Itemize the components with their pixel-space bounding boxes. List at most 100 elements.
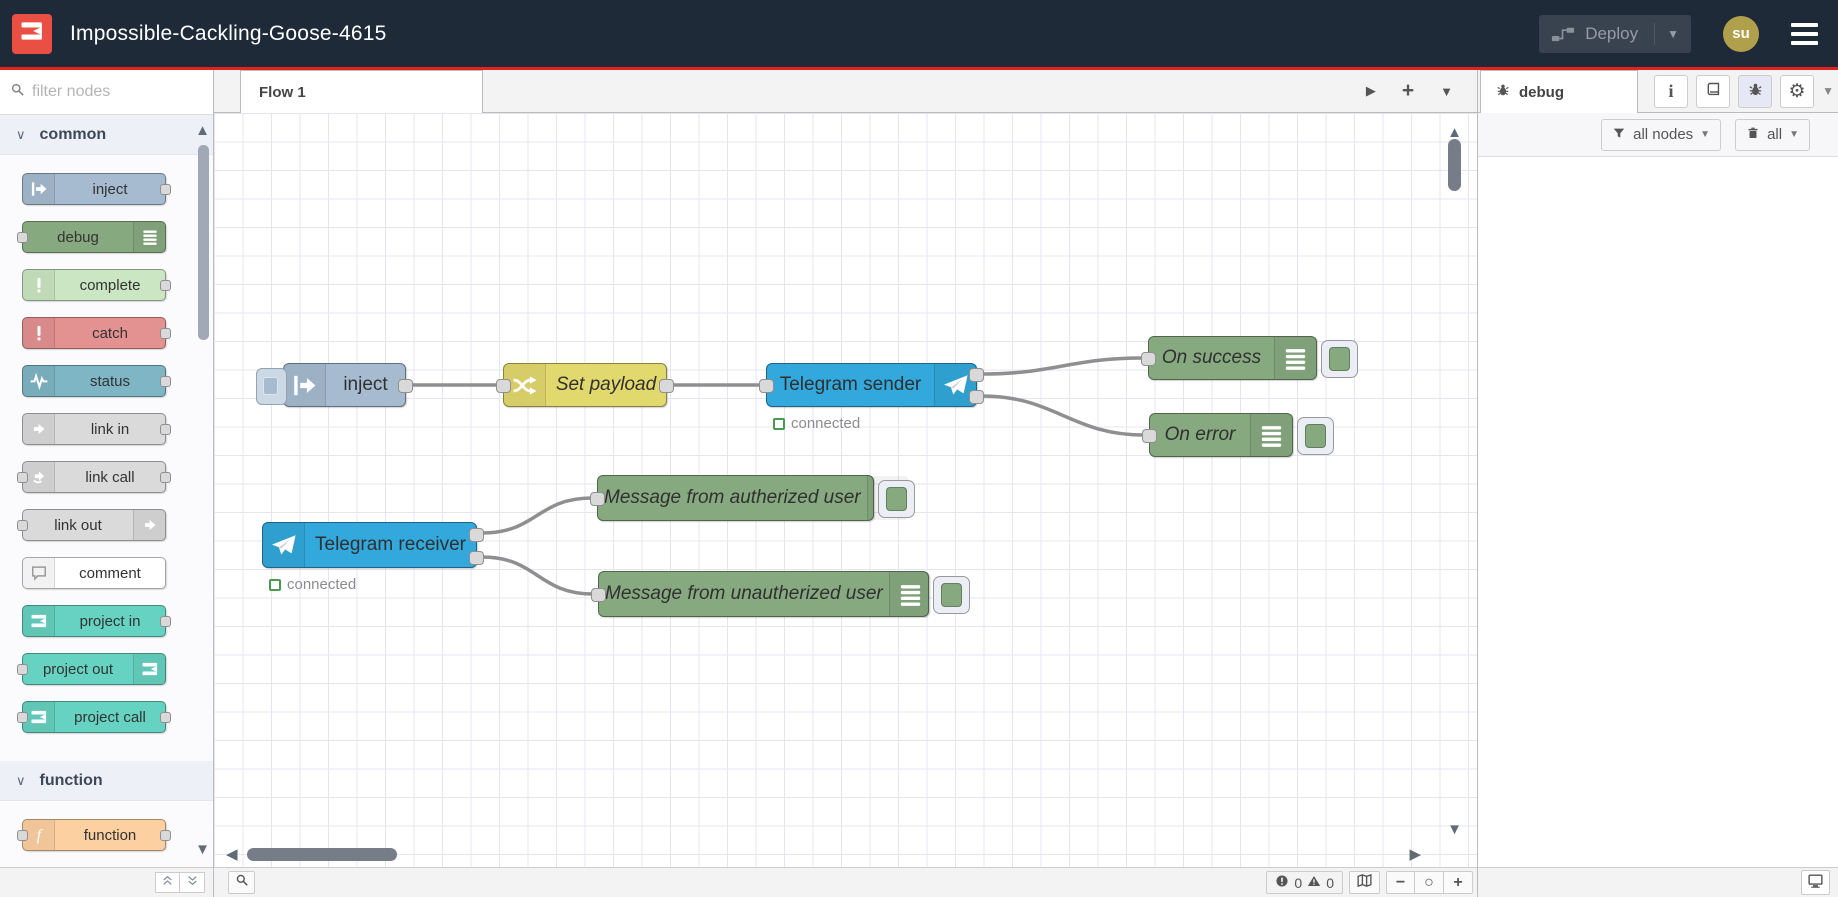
port-in[interactable] [1141, 352, 1156, 366]
wire[interactable] [981, 394, 1145, 437]
flow-tab[interactable]: Flow 1 [240, 70, 483, 113]
debug-filter-button[interactable]: all nodes ▼ [1601, 118, 1722, 151]
port-out[interactable] [160, 327, 171, 339]
port-in[interactable] [17, 471, 28, 483]
port-out[interactable] [969, 390, 984, 404]
port-out[interactable] [160, 375, 171, 387]
palette-search[interactable] [0, 70, 213, 115]
palette-scroll-down-icon[interactable]: ▼ [195, 842, 210, 857]
status-text: connected [791, 415, 861, 432]
palette-category-header-common[interactable]: ∨ common [0, 115, 213, 155]
port-in[interactable] [17, 711, 28, 723]
help-button[interactable] [1696, 75, 1730, 108]
palette-node-comment[interactable]: comment [22, 557, 166, 589]
zoom-in-button[interactable]: + [1444, 871, 1473, 894]
canvas-scroll-right-icon[interactable]: ▶ [1409, 847, 1421, 862]
flow-node-telegram-receiver[interactable]: Telegram receiver connected [262, 522, 484, 593]
palette-node-link-in[interactable]: link in [22, 413, 171, 445]
port-in[interactable] [591, 588, 606, 602]
flow-node-on-error[interactable]: On error [1142, 413, 1334, 457]
debug-enable-toggle[interactable] [878, 480, 915, 518]
main-menu-button[interactable] [1791, 22, 1818, 45]
flow-canvas[interactable]: ▲ ▼ ◀ ▶ inject Set payload Telegram sender… [214, 113, 1477, 867]
canvas-vscrollbar-thumb[interactable] [1448, 139, 1461, 191]
deploy-button[interactable]: Deploy ▼ [1539, 14, 1691, 53]
debug-button[interactable] [1738, 75, 1772, 108]
palette-node-link-call[interactable]: link call [17, 461, 171, 493]
port-out[interactable] [469, 527, 484, 542]
user-avatar[interactable]: su [1723, 15, 1759, 52]
app-logo[interactable] [12, 13, 52, 54]
palette-node-project-out[interactable]: project out [17, 653, 166, 685]
port-in[interactable] [1142, 429, 1157, 443]
port-out[interactable] [160, 183, 171, 195]
wire[interactable] [481, 496, 593, 535]
palette-node-debug[interactable]: debug [17, 221, 166, 253]
port-in[interactable] [590, 492, 605, 506]
canvas-scroll-up-icon[interactable]: ▲ [1447, 125, 1462, 140]
port-out[interactable] [469, 550, 484, 565]
palette-node-project-in[interactable]: project in [22, 605, 171, 637]
flow-node-set-payload[interactable]: Set payload [496, 363, 674, 407]
port-out[interactable] [659, 379, 674, 393]
debug-enable-toggle[interactable] [1297, 417, 1334, 455]
flow-node-telegram-sender[interactable]: Telegram sender connected [759, 363, 984, 432]
flow-list-button[interactable]: ▼ [1440, 84, 1453, 99]
config-button[interactable]: ⚙ [1780, 75, 1814, 108]
port-in[interactable] [496, 379, 511, 393]
palette-collapse-all-button[interactable] [155, 872, 180, 893]
palette-node-catch[interactable]: catch [22, 317, 171, 349]
canvas-scroll-left-icon[interactable]: ◀ [226, 847, 238, 862]
wire[interactable] [481, 555, 594, 596]
inject-button[interactable] [256, 367, 287, 405]
palette-node-status[interactable]: status [22, 365, 171, 397]
canvas-hscrollbar-thumb[interactable] [247, 848, 397, 861]
canvas-scroll-down-icon[interactable]: ▼ [1447, 822, 1462, 837]
port-in[interactable] [759, 379, 774, 393]
flow-node-msg-authorized[interactable]: Message from autherized user [590, 475, 915, 521]
deploy-dropdown-caret-icon[interactable]: ▼ [1667, 27, 1679, 41]
navigator-button[interactable] [1349, 871, 1380, 894]
port-out[interactable] [969, 368, 984, 382]
palette-node-complete[interactable]: complete [22, 269, 171, 301]
port-out[interactable] [160, 423, 171, 435]
flow-node-on-success[interactable]: On success [1141, 336, 1358, 380]
palette-scrollbar-thumb[interactable] [198, 145, 209, 340]
palette-node-project-call[interactable]: project call [17, 701, 171, 733]
sidebar-options-caret-icon[interactable]: ▼ [1822, 84, 1834, 98]
palette-category-header-function[interactable]: ∨ function [0, 761, 213, 801]
port-out[interactable] [160, 471, 171, 483]
palette-node-label: project call [74, 708, 146, 726]
port-in[interactable] [17, 829, 28, 841]
port-in[interactable] [17, 663, 28, 675]
open-in-window-button[interactable] [1801, 870, 1830, 895]
port-in[interactable] [17, 231, 28, 243]
tab-scroll-right-icon[interactable]: ▶ [1366, 83, 1376, 99]
port-out[interactable] [160, 711, 171, 723]
flow-node-msg-unauthorized[interactable]: Message from unautherized user [591, 571, 970, 617]
port-in[interactable] [17, 519, 28, 531]
port-out[interactable] [160, 279, 171, 291]
flow-node-inject[interactable]: inject [256, 363, 413, 407]
palette-node-function[interactable]: f function [17, 819, 171, 851]
palette-node-link-out[interactable]: link out [17, 509, 166, 541]
palette-node-inject[interactable]: inject [22, 173, 171, 205]
palette-scroll-up-icon[interactable]: ▲ [195, 123, 210, 138]
port-out[interactable] [160, 615, 171, 627]
palette-expand-all-button[interactable] [180, 872, 205, 893]
port-out[interactable] [398, 379, 413, 393]
port-out[interactable] [160, 829, 171, 841]
canvas-search-button[interactable] [228, 871, 255, 894]
tab-debug[interactable]: debug [1480, 70, 1638, 113]
zoom-reset-button[interactable]: ○ [1415, 871, 1444, 894]
info-button[interactable]: i [1654, 75, 1688, 108]
notification-counts[interactable]: 0 0 [1266, 871, 1343, 894]
wire[interactable] [981, 356, 1144, 376]
debug-enable-toggle[interactable] [933, 576, 970, 614]
trash-icon [1746, 126, 1760, 144]
palette-search-input[interactable] [32, 83, 182, 101]
debug-enable-toggle[interactable] [1321, 340, 1358, 378]
debug-clear-button[interactable]: all ▼ [1735, 118, 1810, 151]
zoom-out-button[interactable]: − [1386, 871, 1415, 894]
add-flow-button[interactable]: + [1402, 79, 1414, 103]
